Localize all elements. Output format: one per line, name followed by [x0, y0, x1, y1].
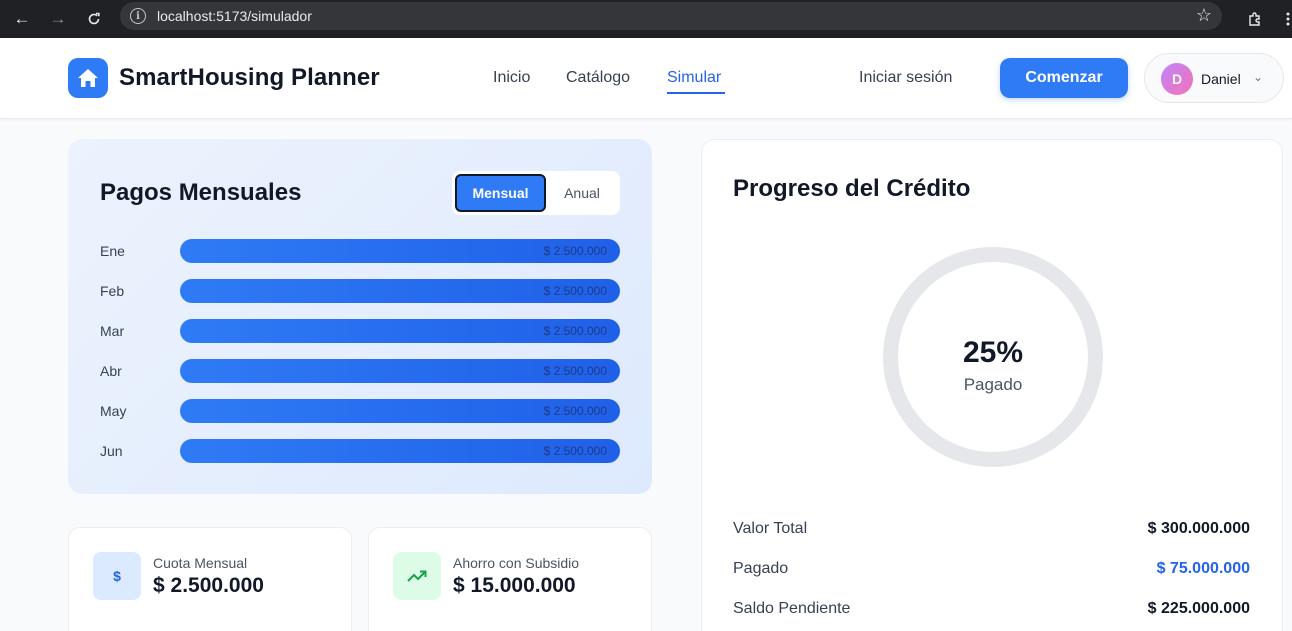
summary-label: Pagado — [733, 560, 789, 577]
progress-ring: 25% Pagado — [883, 247, 1103, 467]
user-menu[interactable]: D Daniel ⌄ — [1144, 53, 1284, 103]
period-toggle: Mensual Anual — [452, 171, 620, 215]
nav-catalogo[interactable]: Catálogo — [566, 69, 630, 87]
payment-amount: $ 2.500.000 — [543, 284, 607, 298]
nav-inicio[interactable]: Inicio — [493, 69, 530, 87]
month-label: Feb — [100, 283, 125, 299]
payment-bar: $ 2.500.000 — [180, 399, 620, 423]
login-link[interactable]: Iniciar sesión — [859, 69, 952, 87]
payment-amount: $ 2.500.000 — [543, 404, 607, 418]
site-info-icon[interactable]: i — [130, 8, 146, 24]
chevron-down-icon: ⌄ — [1253, 70, 1264, 84]
month-label: Ene — [100, 243, 125, 259]
monthly-fee-card: $ Cuota Mensual $ 2.500.000 — [68, 527, 352, 631]
progress-percent-label: Pagado — [963, 375, 1023, 394]
extensions-icon[interactable] — [1243, 7, 1267, 31]
summary-label: Saldo Pendiente — [733, 600, 851, 617]
credit-progress-card: Progreso del Crédito 25% Pagado Valor To… — [701, 139, 1283, 631]
summary-value: $ 300.000.000 — [1147, 520, 1250, 537]
avatar: D — [1161, 63, 1193, 95]
browser-toolbar: ← → i localhost:5173/simulador ☆ — [0, 0, 1292, 38]
payment-amount: $ 2.500.000 — [543, 364, 607, 378]
nav-simular[interactable]: Simular — [667, 69, 721, 87]
payment-amount: $ 2.500.000 — [543, 324, 607, 338]
start-button[interactable]: Comenzar — [1000, 58, 1128, 98]
progress-title: Progreso del Crédito — [733, 175, 971, 202]
payment-bar: $ 2.500.000 — [180, 319, 620, 343]
user-name: Daniel — [1201, 71, 1241, 87]
stat-value: $ 15.000.000 — [453, 574, 576, 597]
stat-label: Ahorro con Subsidio — [453, 555, 580, 571]
month-label: Mar — [100, 323, 125, 339]
payment-amount: $ 2.500.000 — [543, 244, 607, 258]
payment-bar: $ 2.500.000 — [180, 239, 620, 263]
brand-name[interactable]: SmartHousing Planner — [119, 64, 380, 92]
back-icon[interactable]: ← — [10, 7, 34, 31]
menu-icon[interactable] — [1276, 7, 1292, 31]
active-nav-indicator — [667, 92, 725, 94]
payment-bar: $ 2.500.000 — [180, 279, 620, 303]
subsidy-savings-card: Ahorro con Subsidio $ 15.000.000 — [368, 527, 652, 631]
trending-up-icon — [393, 552, 441, 600]
summary-label: Valor Total — [733, 520, 808, 537]
monthly-payments-card: Pagos Mensuales Mensual Anual Ene $ 2.50… — [68, 139, 652, 494]
payment-bar: $ 2.500.000 — [180, 359, 620, 383]
month-label: Jun — [100, 443, 123, 459]
payment-amount: $ 2.500.000 — [543, 444, 607, 458]
forward-icon[interactable]: → — [46, 7, 70, 31]
payments-title: Pagos Mensuales — [100, 179, 302, 206]
url-text: localhost:5173/simulador — [157, 8, 312, 24]
summary-value: $ 225.000.000 — [1147, 600, 1250, 617]
month-label: May — [100, 403, 127, 419]
dollar-icon: $ — [93, 552, 141, 600]
address-bar[interactable]: i localhost:5173/simulador ☆ — [120, 2, 1222, 30]
stat-label: Cuota Mensual — [153, 555, 248, 571]
home-logo-icon[interactable] — [68, 58, 108, 98]
bookmark-star-icon[interactable]: ☆ — [1196, 5, 1212, 26]
progress-percent: 25% — [962, 336, 1024, 369]
month-label: Abr — [100, 363, 122, 379]
stat-value: $ 2.500.000 — [153, 574, 264, 597]
reload-icon[interactable] — [82, 7, 106, 31]
payment-bar: $ 2.500.000 — [180, 439, 620, 463]
summary-value: $ 75.000.000 — [1156, 560, 1250, 577]
toggle-monthly-button[interactable]: Mensual — [455, 174, 546, 212]
site-header: SmartHousing Planner Inicio Catálogo Sim… — [0, 38, 1292, 119]
toggle-annual-button[interactable]: Anual — [547, 174, 617, 212]
